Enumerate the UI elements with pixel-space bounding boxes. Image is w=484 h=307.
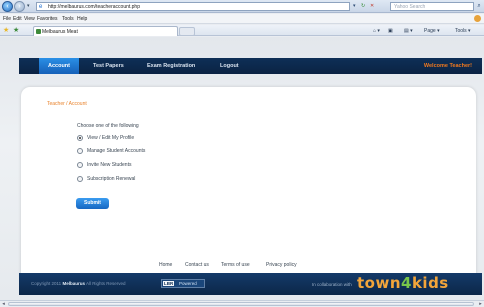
logo-part-4: 4 [401,274,412,292]
nav-account[interactable]: Account [39,58,79,74]
nav-exam-registration[interactable]: Exam Registration [147,58,195,74]
powered-by-badge[interactable]: LBR Powered [161,279,205,288]
radio-unselected[interactable] [77,176,83,182]
refresh-icon[interactable]: ↻ [361,2,365,11]
page-menu[interactable]: Page ▾ [424,28,440,34]
radio-unselected[interactable] [77,162,83,168]
browser-toolbar: ‹ › ▾ e http://melbaurus.com/teacheracco… [0,0,484,13]
option-label: Invite New Students [87,162,132,168]
footer-links: Home Contact us Terms of use Privacy pol… [0,262,484,270]
horizontal-scrollbar[interactable]: ◂ ▸ [0,300,484,307]
radio-selected[interactable] [77,135,83,141]
stop-icon[interactable]: ✕ [370,2,374,11]
new-tab-button[interactable] [179,27,195,36]
search-icon[interactable]: ⌕ [475,2,483,11]
option-label: View / Edit My Profile [87,135,135,141]
add-favorite-icon[interactable]: ★ [13,26,19,35]
welcome-message: Welcome Teacher! [423,63,472,69]
submit-button[interactable]: Submit [76,198,109,209]
nav-logout[interactable]: Logout [220,58,239,74]
forward-button[interactable]: › [14,1,25,12]
copyright-brand: Melbaurus [62,281,85,286]
favorites-star-icon[interactable]: ★ [3,26,9,35]
menu-favorites[interactable]: Favorites [37,16,58,22]
scroll-right-icon[interactable]: ▸ [477,301,484,307]
search-input[interactable]: Yahoo Search [390,2,474,11]
options-prompt: Choose one of the following [77,123,139,129]
tab-title: Melbaurus Meat [42,29,78,35]
radio-unselected[interactable] [77,148,83,154]
menu-help[interactable]: Help [77,16,87,22]
breadcrumb: Teacher / Account [47,101,87,107]
option-label: Subscription Renewal [87,176,136,182]
scroll-thumb[interactable] [8,302,474,306]
print-icon[interactable]: ▤ ▾ [404,28,413,34]
site-footer: Copyright 2011 Melbaurus All Rights Rese… [19,273,482,295]
menu-edit[interactable]: Edit [13,16,22,22]
footer-link-privacy[interactable]: Privacy policy [266,262,297,268]
back-button[interactable]: ‹ [2,1,13,12]
footer-link-terms[interactable]: Terms of use [221,262,250,268]
url-text: http://melbaurus.com/teacheraccount.php [48,4,140,10]
address-bar[interactable]: e http://melbaurus.com/teacheraccount.ph… [36,2,350,11]
copyright-suffix: All Rights Reserved [85,281,126,286]
account-panel: Teacher / Account Choose one of the foll… [21,87,476,286]
ie-page-icon: e [39,4,43,10]
tab-bar: ★ ★ Melbaurus Meat ⌂ ▾ ▣ ▤ ▾ Page ▾ Tool… [0,25,484,36]
site-navigation: Account Test Papers Exam Registration Lo… [19,58,482,74]
home-icon[interactable]: ⌂ ▾ [373,28,380,34]
history-dropdown-icon[interactable]: ▾ [27,3,30,9]
menu-view[interactable]: View [24,16,35,22]
tools-menu[interactable]: Tools ▾ [455,28,471,34]
feeds-icon[interactable]: ▣ [388,28,393,34]
scroll-left-icon[interactable]: ◂ [0,301,7,307]
logo-part-kids: kids [411,274,449,292]
menu-file[interactable]: File [3,16,11,22]
logo-part-town: town [357,274,402,292]
nav-test-papers[interactable]: Test Papers [93,58,124,74]
copyright-prefix: Copyright 2011 [31,281,62,286]
footer-link-home[interactable]: Home [159,262,172,268]
copyright-text: Copyright 2011 Melbaurus All Rights Rese… [31,281,126,286]
town4kids-logo[interactable]: town4kids [357,275,449,292]
powered-logo: LBR [163,281,175,286]
powered-text: Powered [179,281,197,286]
collaboration-text: In collaboration with [312,282,352,287]
browser-tab[interactable]: Melbaurus Meat [33,26,178,36]
menu-bar: File Edit View Favorites Tools Help [0,14,484,24]
menu-tools[interactable]: Tools [62,16,74,22]
tab-favicon [36,29,41,34]
compat-dropdown-icon[interactable]: ▾ [353,2,356,11]
page-viewport: Account Test Papers Exam Registration Lo… [0,37,484,300]
feed-icon [474,15,481,22]
footer-link-contact[interactable]: Contact us [185,262,209,268]
option-label: Manage Student Accounts [87,148,146,154]
search-placeholder: Yahoo Search [394,4,426,10]
